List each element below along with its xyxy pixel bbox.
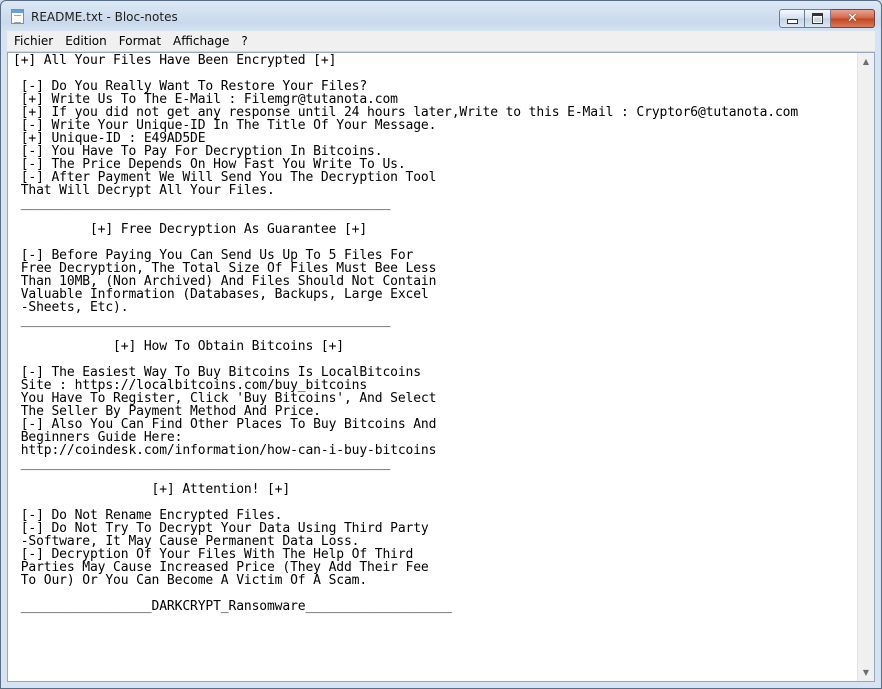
vertical-scrollbar[interactable]: ▲ ▼ xyxy=(857,53,874,681)
document-line: [+] Attention! [+] xyxy=(13,482,291,497)
maximize-button[interactable] xyxy=(805,9,831,28)
caption-buttons: ✕ xyxy=(779,9,875,28)
document-line: _________________DARKCRYPT_Ransomware___… xyxy=(13,599,452,614)
document-line: To Our) Or You Can Become A Victim Of A … xyxy=(13,573,368,588)
close-icon: ✕ xyxy=(847,11,858,26)
document-line: ________________________________________… xyxy=(13,196,391,211)
document-text[interactable]: [+] All Your Files Have Been Encrypted [… xyxy=(13,54,857,613)
document-line: [+] How To Obtain Bitcoins [+] xyxy=(13,339,344,354)
menu-format[interactable]: Format xyxy=(113,31,167,51)
window-title: README.txt - Bloc-notes xyxy=(31,10,178,24)
menu-fichier[interactable]: Fichier xyxy=(7,31,59,51)
document-line: ________________________________________… xyxy=(13,313,391,328)
document-text-area[interactable]: [+] All Your Files Have Been Encrypted [… xyxy=(8,53,857,681)
arrow-up-icon: ▲ xyxy=(862,57,870,66)
text-editor[interactable]: [+] All Your Files Have Been Encrypted [… xyxy=(7,52,875,682)
document-line: [+] All Your Files Have Been Encrypted [… xyxy=(13,53,337,68)
document-line: ________________________________________… xyxy=(13,456,391,471)
close-button[interactable]: ✕ xyxy=(831,9,875,28)
notepad-window: README.txt - Bloc-notes ✕ Fichier Editio… xyxy=(0,0,882,689)
scroll-track[interactable] xyxy=(858,70,874,664)
maximize-icon xyxy=(812,13,823,24)
minimize-button[interactable] xyxy=(779,9,805,28)
menu-edition[interactable]: Edition xyxy=(59,31,113,51)
arrow-down-icon: ▼ xyxy=(862,668,870,677)
title-bar[interactable]: README.txt - Bloc-notes ✕ xyxy=(1,1,881,31)
document-line: [+] Free Decryption As Guarantee [+] xyxy=(13,222,368,237)
menu-help[interactable]: ? xyxy=(235,31,253,51)
menu-bar: Fichier Edition Format Affichage ? xyxy=(7,31,875,52)
minimize-icon xyxy=(786,19,798,24)
scroll-up-button[interactable]: ▲ xyxy=(858,53,874,70)
scroll-down-button[interactable]: ▼ xyxy=(858,664,874,681)
menu-affichage[interactable]: Affichage xyxy=(167,31,235,51)
notepad-app-icon[interactable] xyxy=(11,9,24,24)
